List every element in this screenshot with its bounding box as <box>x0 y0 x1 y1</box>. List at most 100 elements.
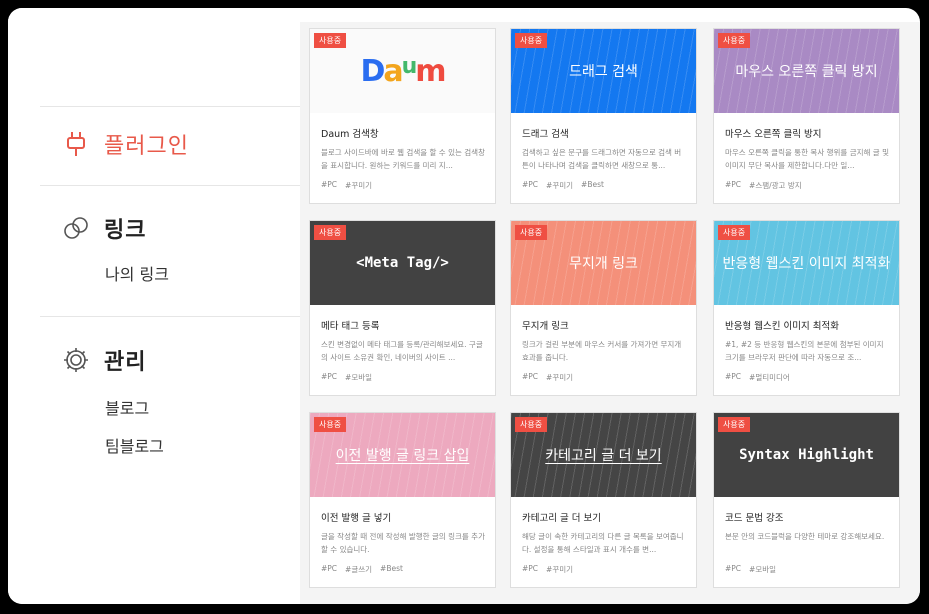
in-use-badge: 사용중 <box>314 225 347 240</box>
tag: #꾸미기 <box>345 181 373 190</box>
plugin-card[interactable]: 사용중 카테고리 글 더 보기 카테고리 글 더 보기 해당 글이 속한 카테고리의 … <box>510 412 697 588</box>
tag: #모바일 <box>345 373 373 382</box>
plugin-name: 드래그 검색 <box>522 129 569 140</box>
tag: #스팸/광고 방지 <box>749 181 802 190</box>
tag: #모바일 <box>749 565 777 574</box>
plugin-name: 메타 태그 등록 <box>321 321 380 332</box>
plugin-name: 카테고리 글 더 보기 <box>522 513 601 524</box>
sidebar-item-plugin[interactable]: 플러그인 <box>62 128 189 160</box>
sidebar-item-label: 관리 <box>104 350 147 375</box>
sidebar-subitem-blog[interactable]: 블로그 <box>105 395 149 419</box>
plugin-thumbnail: 사용중반응형 웹스킨 이미지 최적화 <box>714 221 899 305</box>
sidebar-item-label: 플러그인 <box>104 134 189 159</box>
plugin-tags: #PC #글쓰기 #Best <box>321 564 403 575</box>
divider <box>40 316 300 317</box>
plugin-description: 글을 작성할 때 전에 작성해 발행한 글의 링크를 추가할 수 있습니다. <box>321 532 485 554</box>
plugin-description: 검색하고 싶은 문구를 드래그하면 자동으로 검색 버튼이 나타나며 검색을 클… <box>522 148 682 170</box>
plugin-name: 코드 문법 강조 <box>725 513 784 524</box>
sidebar-subitem-my-link[interactable]: 나의 링크 <box>105 261 169 285</box>
plugin-name: Daum 검색창 <box>321 129 379 140</box>
in-use-badge: 사용중 <box>515 225 548 240</box>
plugin-name: 이전 발행 글 넣기 <box>321 513 392 524</box>
plugin-card[interactable]: 사용중 반응형 웹스킨 이미지 최적화 반응형 웹스킨 이미지 최적화 #1, #2 … <box>713 220 900 396</box>
plugin-description: #1, #2 등 반응형 웹스킨의 본문에 첨부된 이미지 크기를 브라우저 판… <box>725 340 884 362</box>
thumbnail-title: 이전 발행 글 링크 삽입 <box>335 448 470 464</box>
plug-icon <box>62 130 90 158</box>
plugin-card[interactable]: 사용중 드래그 검색 드래그 검색 검색하고 싶은 문구를 드래그하면 자동으로 검색… <box>510 28 697 204</box>
plugin-tags: #PC #꾸미기 <box>321 180 372 191</box>
plugin-name: 마우스 오른쪽 클릭 방지 <box>725 129 822 140</box>
tag: #PC <box>725 564 742 573</box>
in-use-badge: 사용중 <box>515 33 548 48</box>
plugin-description: 해당 글이 속한 카테고리의 다른 글 목록을 보여줍니다. 설정을 통해 스타… <box>522 532 684 554</box>
plugin-card[interactable]: 사용중 <Meta Tag/> 메타 태그 등록스킨 변경없이 메타 태그를 등록/… <box>309 220 496 396</box>
tag: #PC <box>522 372 539 381</box>
tag: #PC <box>321 564 338 573</box>
plugin-name: 무지개 링크 <box>522 321 569 332</box>
sidebar-subitem-team-blog[interactable]: 팀블로그 <box>105 433 164 457</box>
logo-letter: u <box>401 53 418 79</box>
tag: #Best <box>380 564 403 573</box>
thumbnail-title: 드래그 검색 <box>569 64 638 80</box>
sidebar: 플러그인 링크 나의 링크 관리 블로그 팀블로그 <box>8 8 300 604</box>
sidebar-item-link[interactable]: 링크 <box>62 212 146 244</box>
tag: #PC <box>522 564 539 573</box>
tag: #꾸미기 <box>546 373 574 382</box>
thumbnail-title: 마우스 오른쪽 클릭 방지 <box>735 64 878 80</box>
thumbnail-title: <Meta Tag/> <box>356 255 449 271</box>
tag: #꾸미기 <box>546 181 574 190</box>
plugin-thumbnail: 사용중 <Meta Tag/> <box>310 221 495 305</box>
plugin-card[interactable]: 사용중 이전 발행 글 링크 삽입이전 발행 글 넣기글을 작성할 때 전에 작성… <box>309 412 496 588</box>
in-use-badge: 사용중 <box>718 225 751 240</box>
daum-logo: Daum <box>360 53 446 89</box>
thumbnail-title: 카테고리 글 더 보기 <box>545 448 662 464</box>
plugin-thumbnail: 사용중 Daum <box>310 29 495 113</box>
tag: #꾸미기 <box>546 565 574 574</box>
plugin-thumbnail: 사용중 Syntax Highlight <box>714 413 899 497</box>
plugin-thumbnail: 사용중카테고리 글 더 보기 <box>511 413 696 497</box>
plugin-description: 블로그 사이드바에 바로 웹 검색을 할 수 있는 검색창을 표시합니다. 원하… <box>321 148 485 170</box>
app-window: 플러그인 링크 나의 링크 관리 블로그 팀블로그 사용중 Daum Daum 검색… <box>8 8 920 604</box>
thumbnail-title: Syntax Highlight <box>739 447 874 463</box>
logo-letter: a <box>383 53 403 89</box>
plugin-thumbnail: 사용중드래그 검색 <box>511 29 696 113</box>
tag: #PC <box>725 372 742 381</box>
tag: #PC <box>522 180 539 189</box>
plugin-tags: #PC #스팸/광고 방지 <box>725 180 802 191</box>
plugin-description: 스킨 변경없이 메타 태그를 등록/관리해보세요. 구글의 사이트 소유권 확인… <box>321 340 483 362</box>
thumbnail-title: 반응형 웹스킨 이미지 최적화 <box>722 256 891 272</box>
plugin-card[interactable]: 사용중 마우스 오른쪽 클릭 방지 마우스 오른쪽 클릭 방지 마우스 오른쪽 클릭을… <box>713 28 900 204</box>
in-use-badge: 사용중 <box>718 33 751 48</box>
link-icon <box>62 214 90 242</box>
plugin-card[interactable]: 사용중 무지개 링크 무지개 링크 링크가 걸린 부분에 마우스 커서를 가져가면 무… <box>510 220 697 396</box>
plugin-card[interactable]: 사용중 Daum Daum 검색창블로그 사이드바에 바로 웹 검색을 할 수 있는… <box>309 28 496 204</box>
tag: #PC <box>725 180 742 189</box>
thumbnail-title: 무지개 링크 <box>569 256 638 272</box>
plugin-description: 마우스 오른쪽 클릭을 통한 복사 행위를 금지해 글 및 이미지 무단 복사를… <box>725 148 889 170</box>
plugin-tags: #PC #꾸미기 <box>522 372 573 383</box>
tag: #PC <box>321 180 338 189</box>
divider <box>40 106 300 107</box>
plugin-description: 본문 안의 코드블럭을 다양한 테마로 강조해보세요. <box>725 532 885 541</box>
tag: #Best <box>581 180 604 189</box>
plugin-description: 링크가 걸린 부분에 마우스 커서를 가져가면 무지개 효과를 줍니다. <box>522 340 682 362</box>
plugin-tags: #PC #꾸미기 #Best <box>522 180 604 191</box>
divider <box>40 185 300 186</box>
gear-icon <box>62 346 90 374</box>
plugin-tags: #PC #꾸미기 <box>522 564 573 575</box>
plugin-thumbnail: 사용중무지개 링크 <box>511 221 696 305</box>
plugin-card[interactable]: 사용중 Syntax Highlight 코드 문법 강조본문 안의 코드블럭을 다… <box>713 412 900 588</box>
tag: #멀티미디어 <box>749 373 790 382</box>
in-use-badge: 사용중 <box>314 33 347 48</box>
sidebar-item-manage[interactable]: 관리 <box>62 344 146 376</box>
plugin-tags: #PC #멀티미디어 <box>725 372 790 383</box>
plugin-thumbnail: 사용중 이전 발행 글 링크 삽입 <box>310 413 495 497</box>
in-use-badge: 사용중 <box>718 417 751 432</box>
logo-letter: D <box>360 53 385 89</box>
plugin-tags: #PC #모바일 <box>725 564 776 575</box>
tag: #글쓰기 <box>345 565 373 574</box>
plugin-name: 반응형 웹스킨 이미지 최적화 <box>725 321 839 332</box>
plugin-thumbnail: 사용중마우스 오른쪽 클릭 방지 <box>714 29 899 113</box>
in-use-badge: 사용중 <box>515 417 548 432</box>
tag: #PC <box>321 372 338 381</box>
